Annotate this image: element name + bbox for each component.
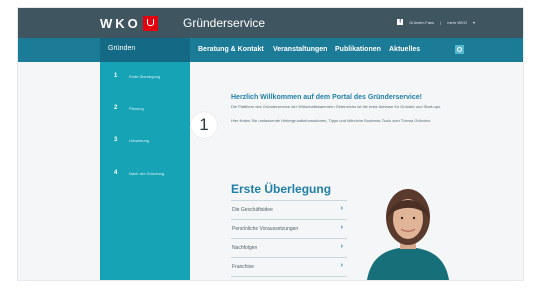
step-label: Umsetzung xyxy=(129,138,150,143)
chevron-right-icon: › xyxy=(340,262,343,269)
step-number: 4 xyxy=(114,170,118,176)
search-icon[interactable] xyxy=(455,45,464,54)
list-item-voraussetzungen[interactable]: Persönliche Voraussetzungen › xyxy=(231,220,347,239)
list-item-geschaeftsidee[interactable]: Die Geschäftsidee › xyxy=(231,200,347,220)
nav-item-veranstaltungen[interactable]: Veranstaltungen xyxy=(273,46,327,53)
list-item-franchise[interactable]: Franchise › xyxy=(231,258,347,277)
nav-item-publikationen[interactable]: Publikationen xyxy=(335,46,381,53)
chevron-down-icon: ▾ xyxy=(472,19,475,25)
logo-mark-icon xyxy=(142,15,158,31)
chevron-right-icon: › xyxy=(340,224,343,231)
list-item-label: Nachfolgen xyxy=(232,245,258,251)
nav-item-beratung[interactable]: Beratung & Kontakt xyxy=(198,46,264,53)
nav-item-aktuelles[interactable]: Aktuelles xyxy=(389,46,420,53)
current-step-badge: 1 xyxy=(191,112,217,138)
intro-paragraph: Die Plattform des Gründerservice der Wir… xyxy=(231,104,442,109)
top-links: f Gründer-Fans | mehr WKO ▾ xyxy=(397,19,475,25)
step-number: 3 xyxy=(114,137,118,143)
section-title: Erste Überlegung xyxy=(231,182,332,196)
list-item-label: Persönliche Voraussetzungen xyxy=(232,226,299,232)
browser-viewport: WKO Gründerservice f Gründer-Fans | mehr… xyxy=(18,8,523,280)
logo-text: WKO xyxy=(100,15,141,31)
topic-list: Die Geschäftsidee › Persönliche Vorausse… xyxy=(231,200,347,277)
step-item-2[interactable]: 2 Planung xyxy=(100,104,190,116)
list-item-label: Franchise xyxy=(232,264,254,270)
wko-logo[interactable]: WKO xyxy=(100,15,160,31)
nav-item-label: Gründen xyxy=(108,45,136,52)
main-nav: Gründen Beratung & Kontakt Veranstaltung… xyxy=(18,38,523,62)
facebook-icon: f xyxy=(397,19,404,25)
chevron-right-icon: › xyxy=(340,205,343,212)
hero-person-image xyxy=(366,189,450,280)
step-item-4[interactable]: 4 Nach der Gründung xyxy=(100,169,190,181)
step-item-1[interactable]: 1 Erste Überlegung xyxy=(100,72,190,84)
list-item-nachfolgen[interactable]: Nachfolgen › xyxy=(231,239,347,258)
separator: | xyxy=(440,19,442,25)
brand-title: Gründerservice xyxy=(183,16,266,30)
nav-item-gruenden[interactable]: Gründen xyxy=(100,38,190,62)
welcome-title: Herzlich Willkommen auf dem Portal des G… xyxy=(231,94,422,101)
step-label: Nach der Gründung xyxy=(129,171,165,176)
chevron-right-icon: › xyxy=(340,243,343,250)
step-label: Planung xyxy=(129,106,144,111)
top-link-fans[interactable]: Gründer-Fans xyxy=(409,20,434,25)
step-number: 1 xyxy=(114,73,118,79)
step-number: 2 xyxy=(114,105,118,111)
step-label: Erste Überlegung xyxy=(129,74,161,79)
intro-paragraph-2: Hier finden Sie umfassende Hintergrundin… xyxy=(231,118,432,123)
step-sidebar: 1 Erste Überlegung 2 Planung 3 Umsetzung… xyxy=(100,62,190,280)
top-link-more[interactable]: mehr WKO xyxy=(447,20,467,25)
step-item-3[interactable]: 3 Umsetzung xyxy=(100,136,190,148)
list-item-label: Die Geschäftsidee xyxy=(232,207,273,213)
top-bar: WKO Gründerservice f Gründer-Fans | mehr… xyxy=(18,8,523,38)
